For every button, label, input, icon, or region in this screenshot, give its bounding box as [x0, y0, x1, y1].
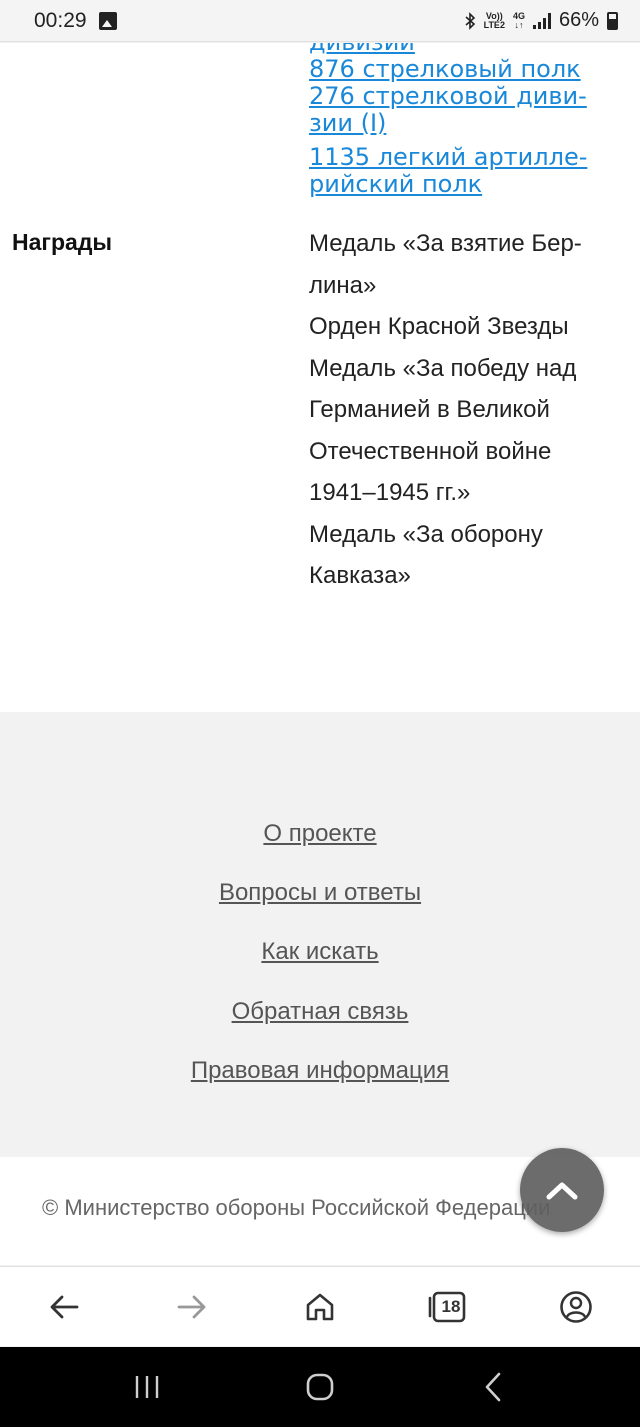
unit-link-276-division-cont[interactable]: зии (I) — [309, 110, 609, 137]
browser-back-button[interactable] — [34, 1277, 94, 1337]
battery-icon — [607, 11, 618, 30]
data-arrows-icon: ↓↑ — [514, 19, 524, 30]
status-time: 00:29 — [34, 8, 87, 32]
browser-profile-button[interactable] — [546, 1277, 606, 1337]
footer-links: О проекте Вопросы и ответы Как искать Об… — [0, 746, 640, 1156]
award-line: Орден Красной Звезды — [309, 313, 569, 340]
award-line: Медаль «За победу над — [309, 354, 577, 382]
award-line: 1941–1945 гг.» — [309, 479, 471, 506]
home-icon — [306, 1293, 334, 1320]
copyright-text: © Министерство обороны Российской Федера… — [42, 1195, 551, 1220]
status-right: Vo)) LTE2 4G ↓↑ 66% — [464, 9, 618, 32]
home-circle-icon — [306, 1373, 334, 1401]
bluetooth-icon — [465, 11, 475, 30]
scroll-to-top-button[interactable] — [520, 1148, 604, 1232]
award-line: лина» — [309, 271, 377, 299]
status-bar: 00:29 Vo)) LTE2 4G ↓↑ 66% — [0, 0, 640, 42]
arrow-left-icon — [50, 1295, 79, 1318]
battery-percent: 66% — [558, 9, 599, 31]
network-indicator: 4G ↓↑ — [512, 10, 525, 30]
gallery-notification-icon — [98, 11, 117, 30]
status-left: 00:29 — [34, 9, 117, 33]
footer-link-legal[interactable]: Правовая информация — [0, 1057, 640, 1085]
unit-link-1135-artillery-cont[interactable]: рийский полк — [309, 171, 609, 198]
footer-link-faq[interactable]: Вопросы и ответы — [0, 879, 640, 907]
award-line: Германией в Великой — [309, 396, 550, 423]
browser-tabs-button[interactable]: 18 — [418, 1277, 478, 1337]
footer-link-about[interactable]: О проекте — [0, 820, 640, 848]
recent-apps-button[interactable] — [117, 1357, 177, 1417]
footer-link-feedback[interactable]: Обратная связь — [0, 998, 640, 1026]
back-nav-button[interactable] — [463, 1357, 523, 1417]
chevron-up-icon — [546, 1182, 578, 1200]
footer-link-how-to-search[interactable]: Как искать — [0, 938, 640, 966]
awards-list: Медаль «За взятие Бер- лина» Орден Красн… — [309, 223, 609, 597]
awards-label: Награды — [12, 229, 113, 255]
browser-toolbar: 18 — [0, 1266, 640, 1346]
chevron-left-icon — [486, 1372, 501, 1402]
home-nav-button[interactable] — [290, 1357, 350, 1417]
account-icon — [560, 1290, 592, 1323]
recent-apps-icon — [135, 1376, 158, 1398]
system-nav-bar — [0, 1347, 640, 1427]
volte-indicator: Vo)) LTE2 — [483, 10, 505, 30]
content-card: дивизии 876 стрелковый полк 276 стрелков… — [0, 43, 640, 712]
unit-link-876-regiment[interactable]: 876 стрелковый полк — [309, 56, 609, 83]
browser-home-button[interactable] — [290, 1277, 350, 1337]
award-line: Кавказа» — [309, 562, 411, 589]
unit-link-1135-artillery[interactable]: 1135 легкий артилле- — [309, 144, 609, 171]
unit-links: дивизии 876 стрелковый полк 276 стрелков… — [309, 43, 609, 205]
arrow-right-icon — [177, 1295, 206, 1318]
award-line: Медаль «За оборону — [309, 520, 543, 548]
browser-forward-button[interactable] — [162, 1277, 222, 1337]
unit-link-276-division[interactable]: 276 стрелковой диви- — [309, 83, 609, 110]
award-line: Медаль «За взятие Бер- — [309, 230, 582, 257]
signal-icon — [532, 12, 551, 29]
award-line: Отечественной войне — [309, 437, 552, 465]
tab-count: 18 — [441, 1296, 461, 1316]
